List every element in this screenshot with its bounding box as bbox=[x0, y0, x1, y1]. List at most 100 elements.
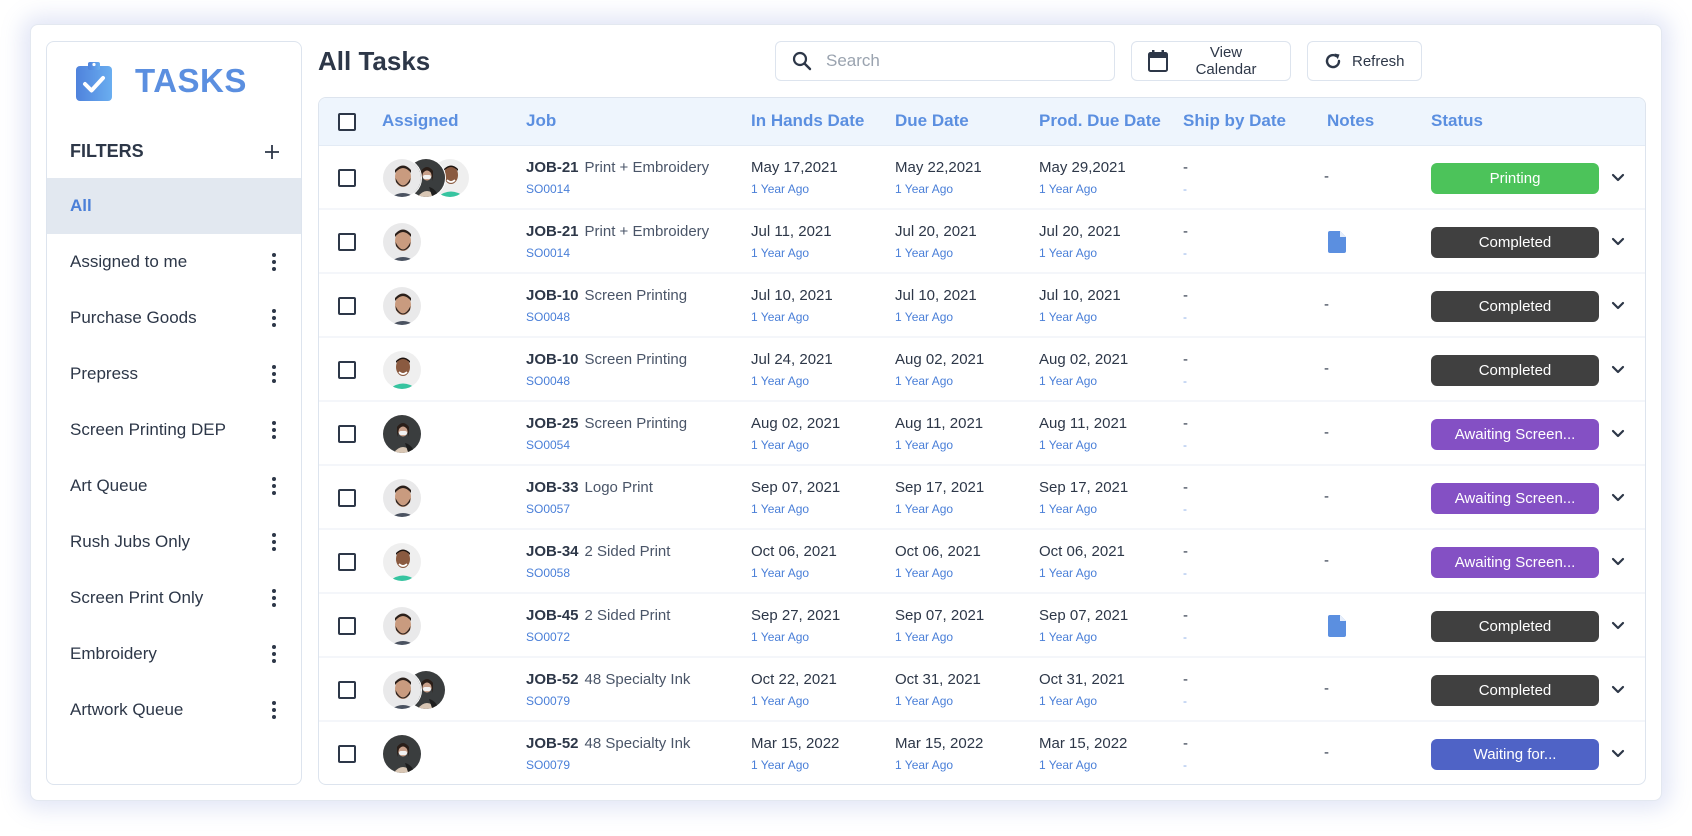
status-badge[interactable]: Printing bbox=[1431, 163, 1599, 194]
col-ship-by-date[interactable]: Ship by Date bbox=[1183, 111, 1286, 131]
job-cell[interactable]: JOB-21 Print + Embroidery bbox=[526, 223, 709, 240]
job-cell[interactable]: JOB-25 Screen Printing bbox=[526, 415, 687, 432]
job-cell[interactable]: JOB-34 2 Sided Print bbox=[526, 543, 670, 560]
table-row[interactable]: JOB-33 Logo Print SO0057 Sep 07, 2021 1 Year… bbox=[319, 466, 1645, 530]
sidebar-item-purchase-goods[interactable]: Purchase Goods bbox=[47, 290, 301, 346]
table-row[interactable]: JOB-10 Screen Printing SO0048 Jul 10, 2021 1… bbox=[319, 274, 1645, 338]
sales-order-link[interactable]: SO0048 bbox=[526, 374, 570, 388]
row-checkbox[interactable] bbox=[338, 233, 356, 251]
col-prod-due-date[interactable]: Prod. Due Date bbox=[1039, 111, 1161, 131]
job-cell[interactable]: JOB-52 48 Specialty Ink bbox=[526, 735, 690, 752]
job-cell[interactable]: JOB-33 Logo Print bbox=[526, 479, 653, 496]
table-row[interactable]: JOB-45 2 Sided Print SO0072 Sep 27, 2021 1 Y… bbox=[319, 594, 1645, 658]
sales-order-link[interactable]: SO0057 bbox=[526, 502, 570, 516]
sales-order-link[interactable]: SO0054 bbox=[526, 438, 570, 452]
status-badge[interactable]: Completed bbox=[1431, 355, 1599, 386]
row-checkbox[interactable] bbox=[338, 169, 356, 187]
avatar[interactable] bbox=[382, 286, 422, 326]
expand-row-button[interactable] bbox=[1611, 746, 1625, 764]
status-badge[interactable]: Completed bbox=[1431, 227, 1599, 258]
expand-row-button[interactable] bbox=[1611, 682, 1625, 700]
sales-order-link[interactable]: SO0079 bbox=[526, 694, 570, 708]
note-file-icon[interactable] bbox=[1328, 231, 1346, 258]
expand-row-button[interactable] bbox=[1611, 490, 1625, 508]
sidebar-item-artwork-queue[interactable]: Artwork Queue bbox=[47, 682, 301, 738]
select-all-checkbox[interactable] bbox=[338, 113, 356, 131]
expand-row-button[interactable] bbox=[1611, 554, 1625, 572]
refresh-button[interactable]: Refresh bbox=[1307, 41, 1422, 81]
status-badge[interactable]: Awaiting Screen... bbox=[1431, 419, 1599, 450]
sales-order-link[interactable]: SO0058 bbox=[526, 566, 570, 580]
note-file-icon[interactable] bbox=[1328, 615, 1346, 642]
more-options-icon[interactable] bbox=[271, 645, 277, 663]
sidebar-item-prepress[interactable]: Prepress bbox=[47, 346, 301, 402]
expand-row-button[interactable] bbox=[1611, 298, 1625, 316]
more-options-icon[interactable] bbox=[271, 533, 277, 551]
job-cell[interactable]: JOB-10 Screen Printing bbox=[526, 287, 687, 304]
expand-row-button[interactable] bbox=[1611, 170, 1625, 188]
col-notes[interactable]: Notes bbox=[1327, 111, 1374, 131]
sales-order-link[interactable]: SO0014 bbox=[526, 246, 570, 260]
status-badge[interactable]: Completed bbox=[1431, 291, 1599, 322]
row-checkbox[interactable] bbox=[338, 297, 356, 315]
avatar[interactable] bbox=[382, 670, 422, 710]
expand-row-button[interactable] bbox=[1611, 426, 1625, 444]
status-badge[interactable]: Completed bbox=[1431, 675, 1599, 706]
more-options-icon[interactable] bbox=[271, 477, 277, 495]
sidebar-item-screen-print-only[interactable]: Screen Print Only bbox=[47, 570, 301, 626]
expand-row-button[interactable] bbox=[1611, 618, 1625, 636]
sidebar-item-assigned-to-me[interactable]: Assigned to me bbox=[47, 234, 301, 290]
table-row[interactable]: JOB-25 Screen Printing SO0054 Aug 02, 2021 1… bbox=[319, 402, 1645, 466]
avatar[interactable] bbox=[382, 350, 422, 390]
job-cell[interactable]: JOB-21 Print + Embroidery bbox=[526, 159, 709, 176]
expand-row-button[interactable] bbox=[1611, 362, 1625, 380]
more-options-icon[interactable] bbox=[271, 365, 277, 383]
status-badge[interactable]: Awaiting Screen... bbox=[1431, 483, 1599, 514]
sidebar-item-art-queue[interactable]: Art Queue bbox=[47, 458, 301, 514]
avatar[interactable] bbox=[382, 734, 422, 774]
job-cell[interactable]: JOB-10 Screen Printing bbox=[526, 351, 687, 368]
avatar[interactable] bbox=[382, 542, 422, 582]
avatar[interactable] bbox=[382, 478, 422, 518]
col-in-hands-date[interactable]: In Hands Date bbox=[751, 111, 864, 131]
row-checkbox[interactable] bbox=[338, 361, 356, 379]
more-options-icon[interactable] bbox=[271, 701, 277, 719]
more-options-icon[interactable] bbox=[271, 309, 277, 327]
col-assigned[interactable]: Assigned bbox=[382, 111, 459, 131]
sidebar-item-embroidery[interactable]: Embroidery bbox=[47, 626, 301, 682]
status-badge[interactable]: Awaiting Screen... bbox=[1431, 547, 1599, 578]
sales-order-link[interactable]: SO0014 bbox=[526, 182, 570, 196]
sidebar-item-rush-jubs-only[interactable]: Rush Jubs Only bbox=[47, 514, 301, 570]
status-badge[interactable]: Waiting for... bbox=[1431, 739, 1599, 770]
expand-row-button[interactable] bbox=[1611, 234, 1625, 252]
row-checkbox[interactable] bbox=[338, 681, 356, 699]
search-box[interactable] bbox=[775, 41, 1115, 81]
table-row[interactable]: JOB-21 Print + Embroidery SO0014 Jul 11, 20… bbox=[319, 210, 1645, 274]
search-input[interactable] bbox=[826, 51, 1096, 71]
sales-order-link[interactable]: SO0072 bbox=[526, 630, 570, 644]
row-checkbox[interactable] bbox=[338, 489, 356, 507]
job-cell[interactable]: JOB-45 2 Sided Print bbox=[526, 607, 670, 624]
table-row[interactable]: JOB-52 48 Specialty Ink SO0079 Oct 22, 2021… bbox=[319, 658, 1645, 722]
table-row[interactable]: JOB-34 2 Sided Print SO0058 Oct 06, 2021 1 Y… bbox=[319, 530, 1645, 594]
avatar[interactable] bbox=[382, 606, 422, 646]
table-row[interactable]: JOB-10 Screen Printing SO0048 Jul 24, 2021 1… bbox=[319, 338, 1645, 402]
more-options-icon[interactable] bbox=[271, 421, 277, 439]
avatar[interactable] bbox=[382, 414, 422, 454]
row-checkbox[interactable] bbox=[338, 425, 356, 443]
status-badge[interactable]: Completed bbox=[1431, 611, 1599, 642]
row-checkbox[interactable] bbox=[338, 617, 356, 635]
add-filter-button[interactable] bbox=[264, 138, 280, 164]
sales-order-link[interactable]: SO0079 bbox=[526, 758, 570, 772]
view-calendar-button[interactable]: View Calendar bbox=[1131, 41, 1291, 81]
job-cell[interactable]: JOB-52 48 Specialty Ink bbox=[526, 671, 690, 688]
table-row[interactable]: JOB-52 48 Specialty Ink SO0079 Mar 15, 2022… bbox=[319, 722, 1645, 784]
col-status[interactable]: Status bbox=[1431, 111, 1483, 131]
row-checkbox[interactable] bbox=[338, 745, 356, 763]
avatar[interactable] bbox=[382, 222, 422, 262]
more-options-icon[interactable] bbox=[271, 253, 277, 271]
sidebar-item-screen-printing-dep[interactable]: Screen Printing DEP bbox=[47, 402, 301, 458]
avatar[interactable] bbox=[382, 158, 422, 198]
table-row[interactable]: JOB-21 Print + Embroidery SO0014 May 17,202… bbox=[319, 146, 1645, 210]
sales-order-link[interactable]: SO0048 bbox=[526, 310, 570, 324]
